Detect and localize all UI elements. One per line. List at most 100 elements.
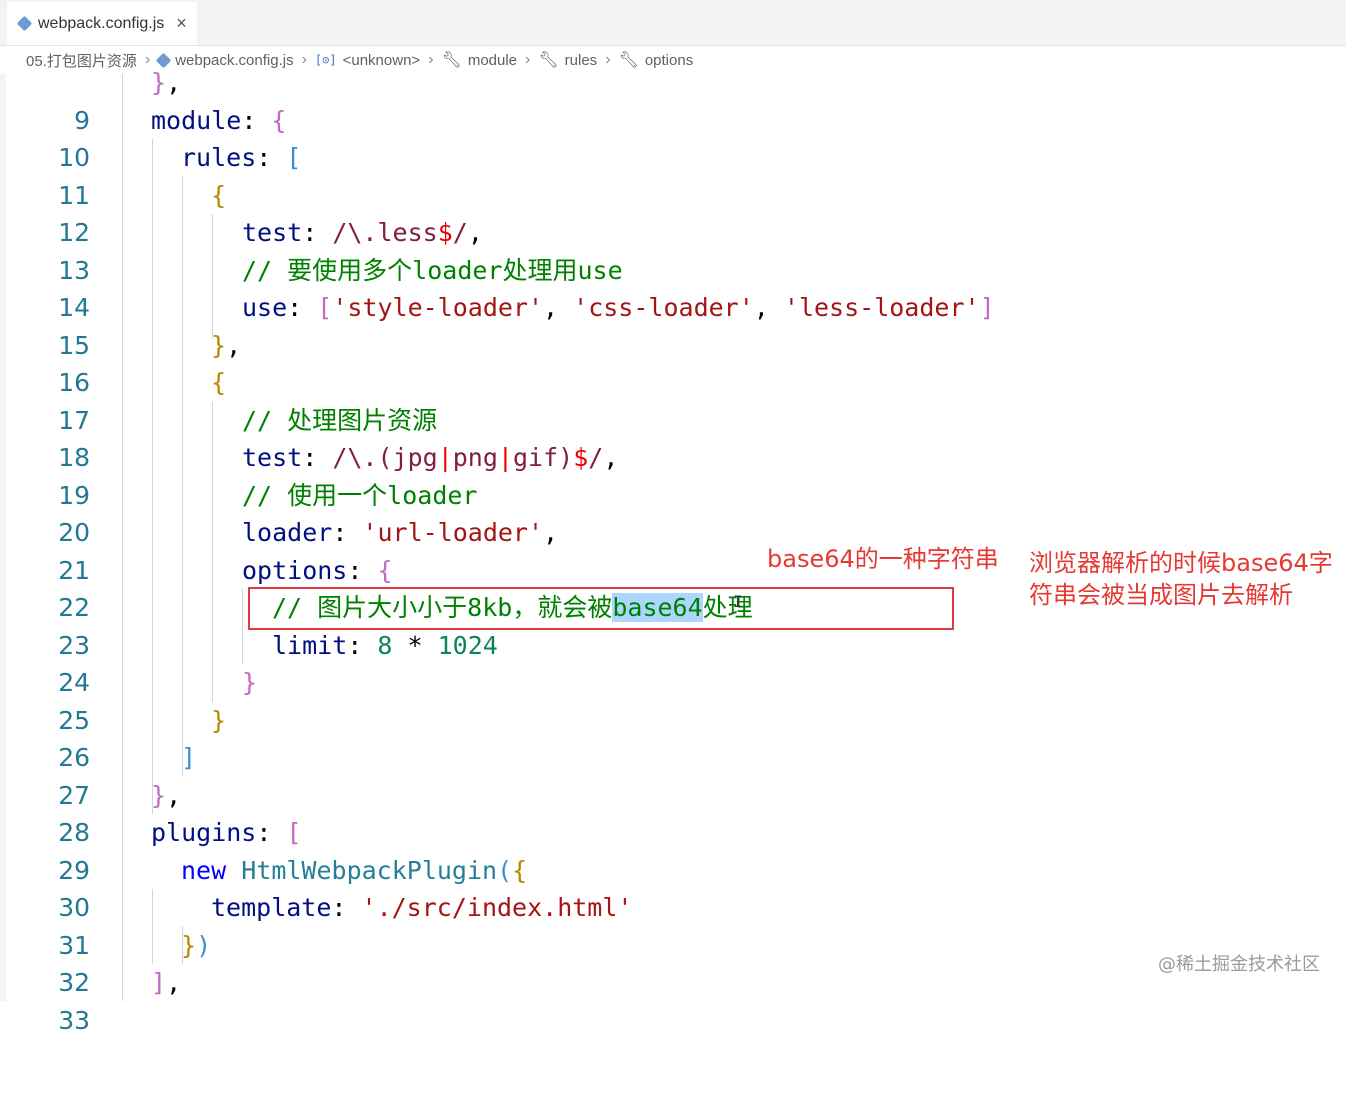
code-token: $	[437, 218, 453, 247]
code-token: |	[497, 443, 513, 472]
code-line-28: 28 },	[0, 777, 1346, 848]
code-token: png	[452, 443, 498, 472]
code-token: }	[181, 930, 197, 960]
code-token: ,	[543, 293, 574, 322]
code-token: {	[271, 105, 287, 135]
code-line-14: 14 // 要使用多个loader处理用use	[0, 252, 1346, 323]
code-line-26: 26 }	[0, 702, 1346, 773]
code-token: :	[256, 818, 287, 847]
code-token: $	[573, 443, 589, 472]
code-token: ,	[166, 968, 182, 997]
code-token: }	[151, 68, 167, 97]
code-line-33: 33 ],	[0, 964, 1346, 1035]
code-token: :	[332, 518, 363, 547]
code-token: ,	[226, 330, 242, 360]
code-token: ]	[181, 743, 197, 772]
code-line-24: 24 limit: 8 * 1024	[0, 627, 1346, 698]
code-line-16: 16 },	[0, 327, 1346, 398]
code-token: :	[347, 630, 378, 660]
close-icon[interactable]: ×	[176, 13, 187, 34]
code-line-21: 21 loader: 'url-loader',	[0, 514, 1346, 585]
code-token: ]	[979, 293, 995, 322]
code-token: }	[211, 330, 227, 360]
code-token: new	[181, 855, 227, 885]
code-token: test	[242, 443, 303, 472]
code-line-32: 32 })	[0, 927, 1346, 998]
code-token: |	[437, 443, 453, 472]
code-token: :	[302, 218, 333, 247]
code-token: 'style-loader'	[332, 293, 544, 322]
code-token: /	[452, 218, 468, 247]
code-token: ]	[151, 968, 167, 997]
code-token: }	[151, 780, 167, 810]
code-token: gif)	[512, 443, 574, 472]
code-token: loader	[242, 518, 333, 547]
code-token: [	[317, 293, 333, 322]
code-line-29: 29 plugins: [	[0, 814, 1346, 885]
code-token: :	[287, 293, 318, 322]
code-token: 处理用	[502, 255, 578, 285]
code-token: test	[242, 218, 303, 247]
code-token: 1024	[437, 630, 498, 660]
code-line-31: 31 template: './src/index.html'	[0, 889, 1346, 960]
code-line-25: 25 }	[0, 664, 1346, 735]
code-token: HtmlWebpackPlugin	[241, 855, 498, 885]
code-token: //	[242, 405, 288, 435]
code-token: limit	[272, 630, 348, 660]
code-line-18: 18 // 处理图片资源	[0, 402, 1346, 473]
code-line-13: 13 test: /\.less$/,	[0, 214, 1346, 285]
code-line-11: 11 rules: [	[0, 139, 1346, 210]
code-line-30: 30 new HtmlWebpackPlugin({	[0, 852, 1346, 923]
code-token: 8	[377, 630, 393, 660]
code-token: ,	[467, 218, 483, 247]
code-token: *	[392, 630, 438, 660]
tab-webpack-config[interactable]: webpack.config.js ×	[7, 2, 197, 45]
watermark: @稀土掘金技术社区	[1158, 954, 1320, 975]
code-token: }	[242, 668, 258, 697]
code-token: //	[242, 480, 288, 510]
code-token: {	[377, 555, 393, 585]
code-token: 'css-loader'	[573, 293, 754, 322]
code-token: }	[211, 705, 227, 735]
code-token: 要使用多个	[287, 255, 413, 285]
code-line-20: 20 // 使用一个loader	[0, 477, 1346, 548]
code-token: 'less-loader'	[783, 293, 980, 322]
code-token: /\.(jpg	[332, 443, 438, 472]
code-token: {	[211, 368, 227, 397]
code-token: :	[331, 893, 362, 922]
code-token: )	[196, 930, 212, 960]
code-token: /	[588, 443, 604, 472]
code-token: 'url-loader'	[362, 518, 544, 547]
code-token: options	[242, 555, 348, 585]
code-token: rules	[181, 143, 257, 172]
code-line-15: 15 use: ['style-loader', 'css-loader', '…	[0, 289, 1346, 360]
code-token: './src/index.html'	[361, 893, 633, 922]
code-line-12: 12 {	[0, 177, 1346, 248]
code-token: plugins	[151, 818, 257, 847]
code-line-10: 10 module: {	[0, 102, 1346, 173]
code-token: /\.less	[332, 218, 438, 247]
line-number: 33	[58, 1005, 90, 1035]
code-editor[interactable]: 9 }, 10 module: { 11 rules: [ 12 { 13 te…	[0, 64, 1346, 1035]
code-token: module	[151, 105, 242, 135]
code-token: loader	[387, 480, 478, 510]
code-token: loader	[412, 255, 503, 285]
tab-bar: webpack.config.js ×	[0, 0, 1346, 46]
highlight-box	[248, 587, 954, 630]
code-line-27: 27 ]	[0, 739, 1346, 810]
code-token: {	[211, 180, 227, 210]
code-line-9: 9 },	[0, 64, 1346, 135]
code-token: ,	[166, 68, 182, 97]
code-line-17: 17 {	[0, 364, 1346, 435]
annotation-base64: base64的一种字符串	[767, 545, 999, 573]
code-token: [	[286, 143, 302, 172]
code-token: (	[497, 855, 513, 885]
text-cursor-icon: I	[733, 592, 743, 611]
code-line-19: 19 test: /\.(jpg|png|gif)$/,	[0, 439, 1346, 510]
webpack-cube-icon	[16, 15, 33, 32]
tab-label: webpack.config.js	[38, 14, 165, 32]
code-token: ,	[543, 518, 559, 547]
code-token: ,	[753, 293, 784, 322]
code-token: use	[577, 255, 623, 285]
